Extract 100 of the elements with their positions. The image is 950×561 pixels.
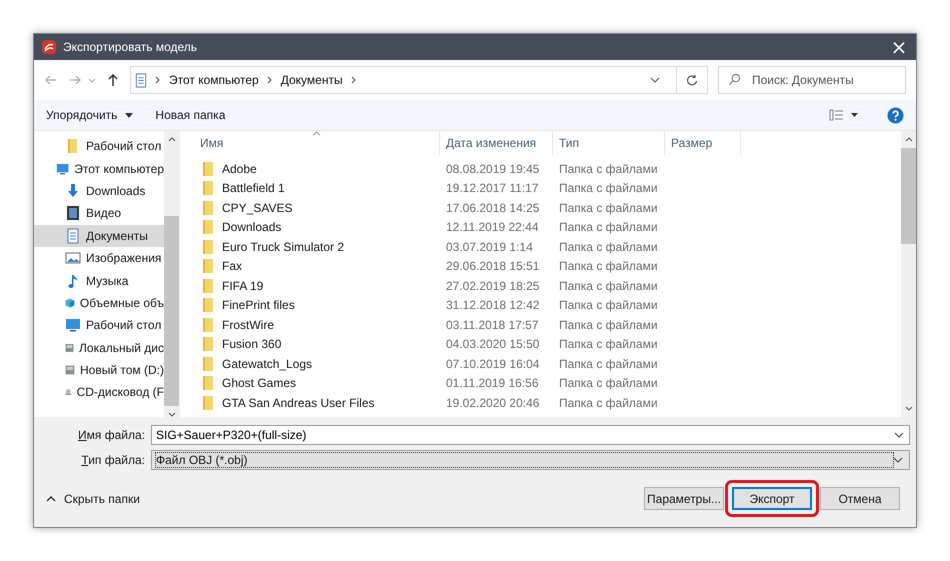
help-icon[interactable]: [887, 106, 904, 124]
sidebar-item[interactable]: Объемные объ: [34, 292, 164, 314]
chevron-down-icon[interactable]: [894, 432, 904, 438]
file-name[interactable]: GTA San Andreas User Files: [222, 396, 375, 410]
folder-icon: [200, 278, 216, 294]
sidebar-item[interactable]: Рабочий стол: [34, 135, 164, 158]
refresh-icon: [686, 74, 698, 86]
table-cell-text: 19.02.2020 20:46: [445, 396, 540, 410]
hide-folders-button[interactable]: Скрыть папки: [46, 492, 140, 506]
table-cell-text: Папка с файлами: [558, 298, 659, 312]
column-header[interactable]: Размер: [665, 131, 741, 155]
column-header[interactable]: Дата изменения: [440, 131, 553, 155]
sidebar-item[interactable]: Документы: [34, 224, 164, 247]
column-header[interactable]: Тип: [553, 131, 665, 155]
table-cell-text: 19.12.2017 11:17: [445, 181, 540, 196]
sidebar-item[interactable]: CD-дисковод (F: [34, 381, 164, 404]
chevron-right-icon: [266, 76, 273, 84]
folder-icon: [200, 297, 216, 314]
sidebar-item[interactable]: Downloads: [34, 180, 164, 202]
window-title: Экспортировать модель: [63, 40, 198, 54]
sidebar-item[interactable]: Рабочий стол: [34, 314, 164, 337]
chevron-down-icon: [893, 457, 903, 463]
scroll-down-icon[interactable]: [168, 412, 176, 417]
table-cell-text: Папка с файлами: [558, 278, 659, 293]
scroll-down-icon[interactable]: [904, 406, 912, 411]
up-arrow-icon[interactable]: [106, 73, 120, 87]
file-name[interactable]: FrostWire: [222, 318, 274, 332]
table-cell-text: 03.07.2019 1:14: [445, 240, 534, 254]
file-name[interactable]: Fax: [222, 259, 242, 274]
sidebar-item[interactable]: Музыка: [34, 269, 164, 292]
chevron-right-icon: [155, 76, 161, 84]
file-type-dropdown[interactable]: Файл OBJ (*.obj): [151, 450, 910, 470]
table-cell-text: Папка с файлами: [558, 240, 659, 254]
table-cell-text: Папка с файлами: [558, 318, 659, 332]
table-cell-text: Папка с файлами: [558, 181, 659, 196]
new-folder-button[interactable]: Новая папка: [151, 106, 230, 124]
column-header[interactable]: Имя: [194, 131, 440, 155]
view-options-icon[interactable]: [829, 109, 859, 121]
address-bar[interactable]: Этот компьютер Документы: [130, 66, 708, 94]
folder-icon: [200, 238, 216, 255]
file-name[interactable]: CPY_SAVES: [222, 200, 292, 215]
download-icon: [65, 182, 81, 199]
sidebar-item[interactable]: Этот компьютер: [34, 157, 164, 180]
file-name-field[interactable]: SIG+Sauer+P320+(full-size): [151, 425, 910, 445]
folder-icon: [200, 316, 216, 333]
organize-button[interactable]: Упорядочить: [42, 106, 138, 124]
folder-icon: [200, 200, 216, 216]
folder-icon: [200, 160, 216, 177]
table-cell-text: 03.11.2018 17:57: [445, 318, 540, 332]
monitor-icon: [65, 317, 81, 334]
table-cell-text: Папка с файлами: [558, 162, 659, 176]
sidebar-item[interactable]: Новый том (D:): [34, 358, 164, 382]
table-cell-text: Папка с файлами: [558, 396, 659, 410]
file-name[interactable]: FIFA 19: [222, 278, 264, 293]
table-cell-text: Папка с файлами: [558, 220, 659, 234]
table-cell-text: Папка с файлами: [558, 356, 659, 371]
scrollbar[interactable]: [901, 131, 916, 417]
file-name[interactable]: Gatewatch_Logs: [222, 356, 312, 371]
scroll-up-icon[interactable]: [168, 137, 176, 142]
scrollbar[interactable]: [164, 131, 179, 417]
table-cell-text: Папка с файлами: [558, 259, 659, 274]
table-cell-text: Папка с файлами: [558, 337, 659, 352]
dialog-button[interactable]: Отмена: [820, 487, 900, 510]
file-name[interactable]: Adobe: [222, 162, 257, 176]
file-name[interactable]: FinePrint files: [222, 298, 295, 312]
chevron-down-icon[interactable]: [650, 76, 660, 84]
breadcrumb[interactable]: Документы: [280, 73, 343, 87]
file-name[interactable]: Euro Truck Simulator 2: [222, 240, 344, 254]
table-cell-text: 08.08.2019 19:45: [445, 162, 540, 176]
table-cell-text: 01.11.2019 16:56: [445, 376, 540, 390]
scroll-up-icon[interactable]: [904, 137, 912, 142]
sidebar-item[interactable]: Изображения: [34, 246, 164, 270]
sort-caret-icon: [312, 131, 321, 136]
sidebar-item[interactable]: Локальный дис: [34, 336, 164, 359]
breadcrumb[interactable]: Этот компьютер: [169, 73, 259, 87]
document-icon: [135, 72, 147, 88]
file-name[interactable]: Battlefield 1: [222, 181, 285, 196]
search-field[interactable]: Поиск: Документы: [718, 66, 906, 94]
chevron-right-icon: [350, 76, 357, 84]
table-cell-text: Папка с файлами: [558, 200, 659, 215]
search-icon: [728, 73, 741, 86]
table-cell-text: 17.06.2018 14:25: [445, 200, 540, 215]
dialog-button[interactable]: Экспорт: [732, 487, 812, 510]
close-button[interactable]: ×: [882, 34, 916, 60]
table-cell-text: 12.11.2019 22:44: [445, 220, 540, 234]
folder-icon: [200, 356, 216, 372]
table-cell-text: 29.06.2018 15:51: [445, 259, 540, 274]
file-name[interactable]: Fusion 360: [222, 337, 282, 352]
file-type-label: Тип файла:: [80, 453, 145, 467]
folder-icon: [200, 336, 216, 352]
file-name[interactable]: Ghost Games: [222, 376, 296, 390]
dialog-button[interactable]: Параметры...: [644, 487, 724, 510]
file-name[interactable]: Downloads: [222, 220, 282, 234]
table-cell-text: Папка с файлами: [558, 376, 659, 390]
sidebar-item[interactable]: Видео: [34, 202, 164, 225]
file-name-label: Имя файла:: [77, 428, 145, 442]
folder-icon: [200, 394, 216, 411]
chevron-up-icon: [46, 496, 56, 502]
table-cell-text: 04.03.2020 15:50: [445, 337, 540, 352]
table-cell-text: 31.12.2018 12:42: [445, 298, 540, 312]
